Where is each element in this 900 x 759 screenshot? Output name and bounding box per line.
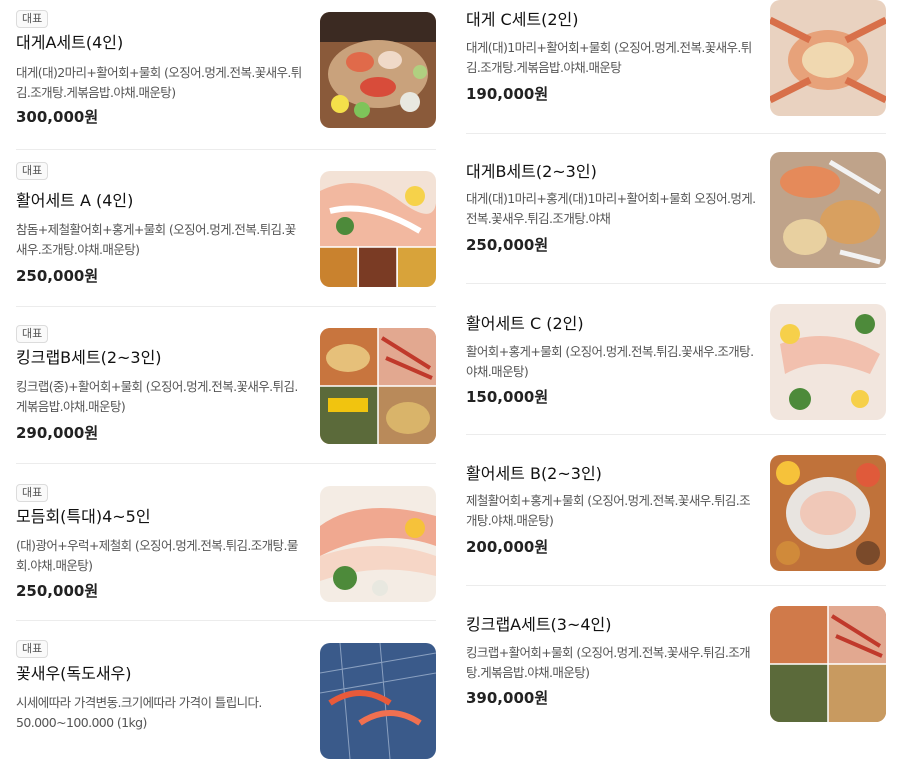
king-crab-set-photo[interactable] <box>770 606 886 722</box>
menu-item[interactable]: 대표 꽃새우(독도새우) 시세에따라 가격변동.크기에따라 가격이 틀립니다. … <box>16 621 436 759</box>
sashimi-spread-photo[interactable] <box>770 455 886 571</box>
menu-item[interactable]: 대표 대게A세트(4인) 대게(대)2마리+활어회+물회 (오징어.멍게.전복.… <box>16 0 436 150</box>
menu-item[interactable]: 대표 킹크랩B세트(2~3인) 킹크랩(중)+활어회+물회 (오징어.멍게.전복… <box>16 307 436 464</box>
menu-item-price: 150,000원 <box>466 388 549 406</box>
menu-item-name: 모듬회(특대)4~5인 <box>16 507 151 526</box>
menu-item-description: (대)광어+우럭+제철회 (오징어.멍게.전복.튀김.조개탕.물회.야채.매운탕… <box>16 538 298 573</box>
menu-item-name: 킹크랩A세트(3~4인) <box>466 615 612 634</box>
menu-item-description: 대게(대)1마리+활어회+물회 (오징어.멍게.전복.꽃새우.튀김.조개탕.게볶… <box>466 40 752 75</box>
menu-item-price: 200,000원 <box>466 538 549 556</box>
steamed-crab-photo[interactable] <box>770 0 886 116</box>
menu-item[interactable]: 대게 C세트(2인) 대게(대)1마리+활어회+물회 (오징어.멍게.전복.꽃새… <box>466 0 886 134</box>
menu-item-name: 활어세트 A (4인) <box>16 191 134 210</box>
menu-item[interactable]: 대게B세트(2~3인) 대게(대)1마리+홍게(대)1마리+활어회+물회 오징어… <box>466 134 886 284</box>
menu-item-name: 대게A세트(4인) <box>16 33 124 52</box>
signature-badge: 대표 <box>16 325 49 343</box>
sashimi-plate-photo[interactable] <box>770 304 886 420</box>
menu-item-description: 제철활어회+홍게+물회 (오징어.멍게.전복.꽃새우.튀김.조개탕.야채.매운탕… <box>466 493 751 528</box>
menu-item[interactable]: 활어세트 B(2~3인) 제철활어회+홍게+물회 (오징어.멍게.전복.꽃새우.… <box>466 435 886 586</box>
menu-item-price: 390,000원 <box>466 689 549 707</box>
menu-item-description: 활어회+홍게+물회 (오징어.멍게.전복.튀김.꽃새우.조개탕.야채.매운탕) <box>466 344 754 379</box>
menu-item-name: 활어세트 B(2~3인) <box>466 464 602 483</box>
menu-item-description: 킹크랩(중)+활어회+물회 (오징어.멍게.전복.꽃새우.튀김.게볶음밥.야채.… <box>16 379 298 414</box>
menu-item[interactable]: 킹크랩A세트(3~4인) 킹크랩+활어회+물회 (오징어.멍게.전복.꽃새우.튀… <box>466 586 886 722</box>
menu-item[interactable]: 대표 활어세트 A (4인) 참돔+제철활어회+홍게+물회 (오징어.멍게.전복… <box>16 150 436 307</box>
signature-badge: 대표 <box>16 484 49 502</box>
menu-item[interactable]: 대표 모듬회(특대)4~5인 (대)광어+우럭+제철회 (오징어.멍게.전복.튀… <box>16 464 436 621</box>
assorted-sashimi-photo[interactable] <box>320 486 436 602</box>
crab-platter-photo[interactable] <box>770 152 886 268</box>
menu-item-price: 250,000원 <box>466 236 549 254</box>
menu-item-description: 시세에따라 가격변동.크기에따라 가격이 틀립니다. 50.000~100.00… <box>16 695 262 730</box>
menu-item-description: 대게(대)2마리+활어회+물회 (오징어.멍게.전복.꽃새우.튀김.조개탕.게볶… <box>16 65 302 100</box>
menu-item-name: 꽃새우(독도새우) <box>16 664 132 683</box>
king-crab-collage-photo[interactable] <box>320 328 436 444</box>
menu-item-price: 250,000원 <box>16 267 99 285</box>
sashimi-collage-photo[interactable] <box>320 171 436 287</box>
crab-set-photo[interactable] <box>320 12 436 128</box>
menu-item-price: 300,000원 <box>16 108 99 126</box>
signature-badge: 대표 <box>16 640 49 658</box>
menu-item-description: 킹크랩+활어회+물회 (오징어.멍게.전복.꽃새우.튀김.조개탕.게볶음밥.야채… <box>466 645 751 680</box>
signature-badge: 대표 <box>16 10 49 28</box>
shrimp-tank-photo[interactable] <box>320 643 436 759</box>
menu-item-name: 활어세트 C (2인) <box>466 314 584 333</box>
menu-item-price: 290,000원 <box>16 424 99 442</box>
menu-item-price: 190,000원 <box>466 85 549 103</box>
menu-item-name: 대게 C세트(2인) <box>466 10 579 29</box>
menu-item-description: 참돔+제철활어회+홍게+물회 (오징어.멍게.전복.튀김.꽃새우.조개탕.야채.… <box>16 222 296 257</box>
signature-badge: 대표 <box>16 162 49 180</box>
menu-item-description: 대게(대)1마리+홍게(대)1마리+활어회+물회 오징어.멍게.전복.꽃새우.튀… <box>466 191 756 226</box>
menu-item-price: 250,000원 <box>16 582 99 600</box>
menu-item-name: 킹크랩B세트(2~3인) <box>16 348 162 367</box>
menu-item[interactable]: 활어세트 C (2인) 활어회+홍게+물회 (오징어.멍게.전복.튀김.꽃새우.… <box>466 284 886 435</box>
menu-item-name: 대게B세트(2~3인) <box>466 162 597 181</box>
